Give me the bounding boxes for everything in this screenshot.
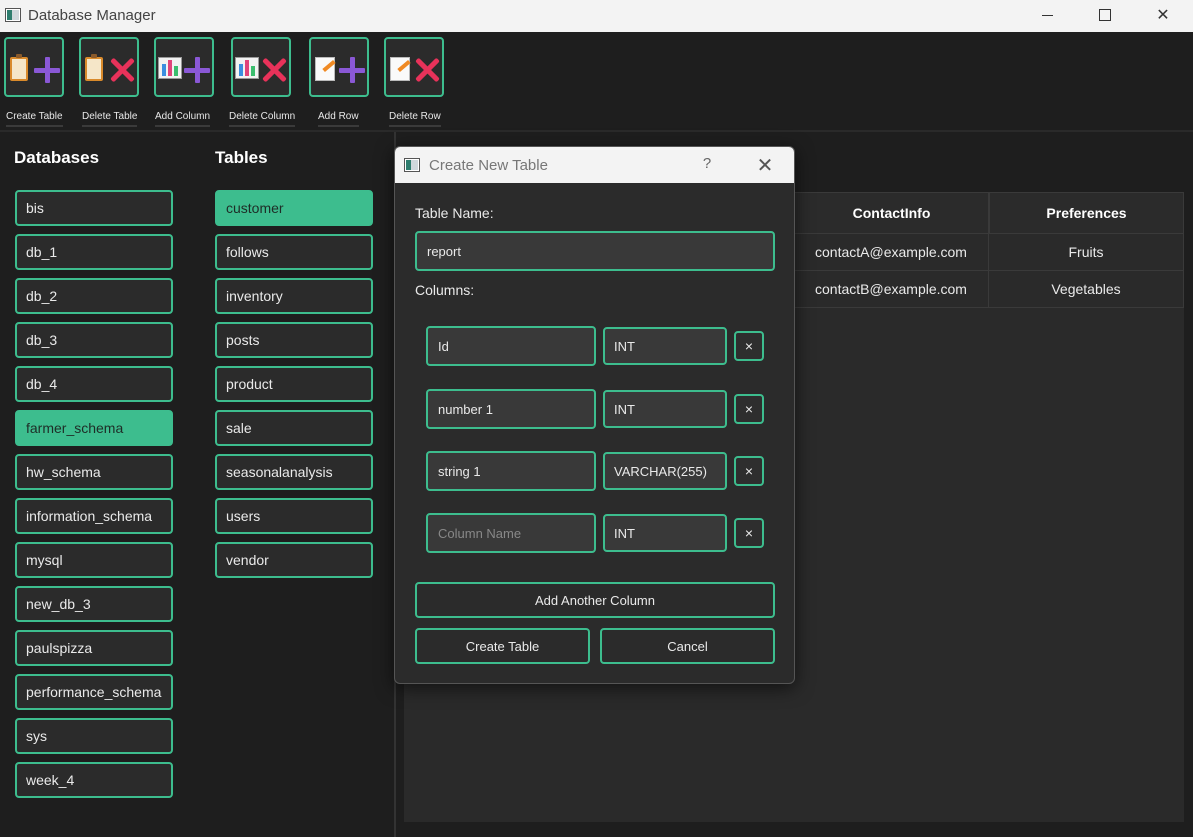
clipboard-icon [10,54,28,81]
remove-column-button[interactable]: × [734,456,764,486]
delete-row-label: Delete Row [389,111,441,127]
table-cell[interactable]: Vegetables [989,271,1184,308]
column-type-select[interactable]: INT [603,390,727,428]
column-type-select[interactable]: INT [603,514,727,552]
plus-icon [339,57,365,83]
create-table-label: Create Table [6,111,63,127]
database-item-hw_schema[interactable]: hw_schema [15,454,173,490]
minimize-button[interactable] [1018,0,1076,30]
column-type-select[interactable]: INT [603,327,727,365]
x-icon [109,57,135,83]
database-item-db_4[interactable]: db_4 [15,366,173,402]
database-item-paulspizza[interactable]: paulspizza [15,630,173,666]
database-item-performance_schema[interactable]: performance_schema [15,674,173,710]
table-item-follows[interactable]: follows [215,234,373,270]
table-item-posts[interactable]: posts [215,322,373,358]
plus-icon [34,57,60,83]
window-title: Database Manager [28,7,156,24]
app-icon [5,8,21,22]
delete-table-button[interactable]: Delete Table [79,37,139,127]
database-item-db_2[interactable]: db_2 [15,278,173,314]
database-item-sys[interactable]: sys [15,718,173,754]
table-item-sale[interactable]: sale [215,410,373,446]
column-name-input[interactable] [426,326,596,366]
table-item-product[interactable]: product [215,366,373,402]
column-name-input[interactable] [426,451,596,491]
database-item-db_3[interactable]: db_3 [15,322,173,358]
app-icon [404,158,420,172]
toolbar: Create Table Delete Table Add Column Del… [0,32,1193,132]
databases-heading: Databases [14,148,100,167]
column-name-input[interactable] [426,389,596,429]
database-item-week_4[interactable]: week_4 [15,762,173,798]
column-header-preferences[interactable]: Preferences [989,192,1184,234]
plus-icon [184,57,210,83]
column-header-contactinfo[interactable]: ContactInfo [794,192,989,234]
table-item-customer[interactable]: customer [215,190,373,226]
columns-label: Columns: [415,282,475,298]
add-another-column-button[interactable]: Add Another Column [415,582,775,618]
add-row-label: Add Row [318,111,359,127]
table-cell[interactable]: contactB@example.com [794,271,989,308]
tables-heading: Tables [215,148,268,167]
dialog-title-bar: Create New Table ? ✕ [395,147,794,183]
database-item-bis[interactable]: bis [15,190,173,226]
add-column-label: Add Column [155,111,211,127]
delete-column-button[interactable]: Delete Column [229,37,296,127]
table-item-inventory[interactable]: inventory [215,278,373,314]
table-name-input[interactable] [415,231,775,271]
chart-icon [158,57,182,79]
create-table-confirm-button[interactable]: Create Table [415,628,590,664]
remove-column-button[interactable]: × [734,394,764,424]
x-icon [414,57,440,83]
add-row-button[interactable]: Add Row [309,37,369,127]
clipboard-icon [85,54,103,81]
database-item-information_schema[interactable]: information_schema [15,498,173,534]
table-item-vendor[interactable]: vendor [215,542,373,578]
remove-column-button[interactable]: × [734,331,764,361]
dialog-close-button[interactable]: ✕ [750,153,780,177]
table-item-seasonalanalysis[interactable]: seasonalanalysis [215,454,373,490]
cancel-button[interactable]: Cancel [600,628,775,664]
column-type-select[interactable]: VARCHAR(255) [603,452,727,490]
chart-icon [235,57,259,79]
create-table-button[interactable]: Create Table [4,37,64,127]
database-item-new_db_3[interactable]: new_db_3 [15,586,173,622]
database-item-db_1[interactable]: db_1 [15,234,173,270]
delete-row-button[interactable]: Delete Row [384,37,444,127]
help-button[interactable]: ? [695,155,719,175]
table-cell[interactable]: contactA@example.com [794,234,989,271]
remove-column-button[interactable]: × [734,518,764,548]
delete-table-label: Delete Table [82,111,138,127]
database-item-farmer_schema[interactable]: farmer_schema [15,410,173,446]
table-name-label: Table Name: [415,205,494,221]
column-name-input[interactable] [426,513,596,553]
database-item-mysql[interactable]: mysql [15,542,173,578]
maximize-button[interactable] [1076,0,1134,30]
close-window-button[interactable]: ✕ [1134,0,1192,30]
title-bar: Database Manager ✕ [0,0,1193,32]
x-icon [261,57,287,83]
dialog-title: Create New Table [429,157,548,174]
delete-column-label: Delete Column [229,111,296,127]
edit-note-icon [390,57,410,81]
edit-note-icon [315,57,335,81]
table-item-users[interactable]: users [215,498,373,534]
table-cell[interactable]: Fruits [989,234,1184,271]
create-table-dialog: Create New Table ? ✕ Table Name: Columns… [394,146,795,684]
add-column-button[interactable]: Add Column [154,37,214,127]
